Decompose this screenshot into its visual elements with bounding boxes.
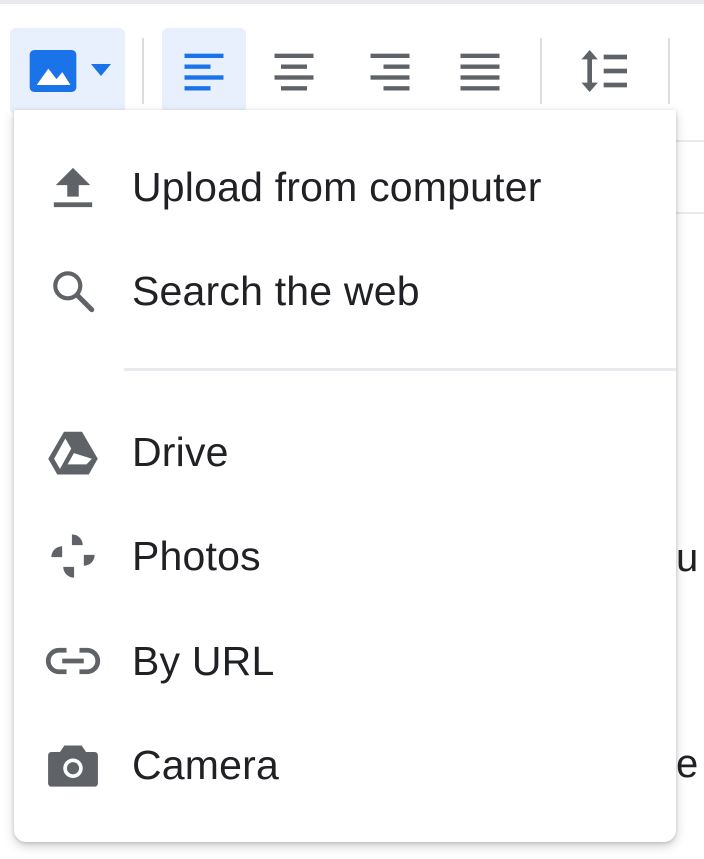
document-text-fragment: e — [676, 742, 699, 786]
toolbar-divider — [540, 38, 542, 104]
search-icon — [44, 262, 102, 320]
align-left-button[interactable] — [162, 28, 246, 114]
document-text-fragment: u — [676, 536, 699, 580]
link-icon — [44, 632, 102, 690]
menu-item-label: Search the web — [132, 267, 420, 314]
upload-icon — [44, 158, 102, 216]
align-justify-icon — [454, 45, 506, 97]
menu-item-by-url[interactable]: By URL — [14, 611, 676, 711]
menu-item-label: By URL — [132, 637, 275, 684]
document-ruler-fragment — [672, 140, 704, 214]
chevron-down-icon — [90, 64, 111, 78]
camera-icon — [44, 736, 102, 794]
menu-divider — [124, 368, 676, 371]
align-left-icon — [178, 45, 230, 97]
menu-item-label: Upload from computer — [132, 163, 542, 210]
formatting-toolbar — [0, 4, 704, 114]
menu-item-camera[interactable]: Camera — [14, 715, 676, 815]
toolbar-divider — [668, 38, 670, 104]
insert-image-button[interactable] — [10, 28, 125, 114]
image-icon — [25, 43, 81, 99]
menu-item-label: Photos — [132, 532, 261, 579]
insert-image-menu: Upload from computer Search the web Driv… — [14, 110, 676, 842]
align-center-icon — [268, 45, 320, 97]
align-right-button[interactable] — [350, 28, 430, 114]
drive-icon — [44, 423, 102, 481]
menu-item-label: Drive — [132, 428, 229, 475]
align-right-icon — [364, 45, 416, 97]
menu-item-drive[interactable]: Drive — [14, 402, 676, 502]
menu-item-upload-from-computer[interactable]: Upload from computer — [14, 137, 676, 237]
line-spacing-icon — [578, 43, 634, 99]
menu-item-label: Camera — [132, 741, 280, 788]
toolbar-divider — [142, 38, 144, 104]
photos-icon — [44, 527, 102, 585]
menu-item-search-the-web[interactable]: Search the web — [14, 241, 676, 341]
menu-item-photos[interactable]: Photos — [14, 506, 676, 606]
align-justify-button[interactable] — [440, 28, 520, 114]
align-center-button[interactable] — [254, 28, 334, 114]
line-spacing-button[interactable] — [566, 28, 646, 114]
screenshot-stage: u e Upload from computer Search the web — [0, 0, 704, 859]
